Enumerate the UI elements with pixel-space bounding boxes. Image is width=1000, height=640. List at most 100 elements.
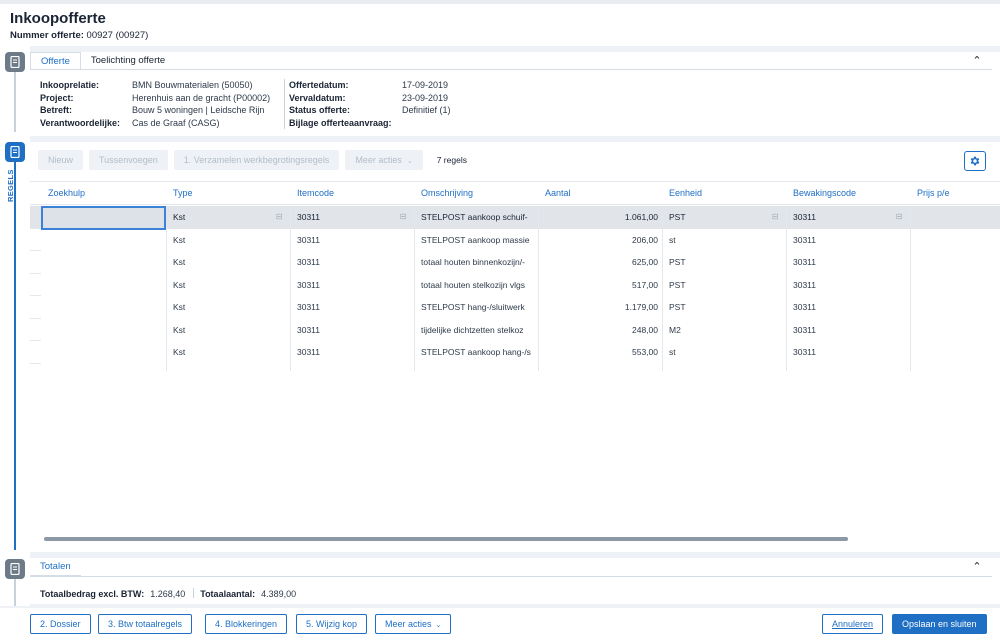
grid-settings-button[interactable] xyxy=(964,151,986,171)
cell-type[interactable]: Kst xyxy=(167,229,290,252)
cell-eenheid[interactable]: PST xyxy=(663,274,786,297)
row-gutter[interactable] xyxy=(30,319,41,341)
row-gutter[interactable] xyxy=(30,274,41,296)
cell-bewakingscode[interactable]: 30311 xyxy=(787,206,910,229)
column-header-zoekhulp[interactable]: Zoekhulp xyxy=(42,182,85,206)
cell-aantal[interactable]: 248,00 xyxy=(539,319,662,342)
lookup-icon[interactable]: ⊟ xyxy=(274,213,284,221)
tab-totalen[interactable]: Totalen xyxy=(30,558,81,576)
collapse-chevron-icon[interactable]: ⌃ xyxy=(970,54,984,68)
totalen-section-icon[interactable] xyxy=(5,559,25,579)
cell-eenheid[interactable]: st xyxy=(663,229,786,252)
table-row[interactable]: Kst ⊟ 30311 ⊟ STELPOST aankoop schuif- 1.061,… xyxy=(30,206,1000,229)
row-gutter[interactable] xyxy=(30,251,41,274)
cell-zoekhulp[interactable] xyxy=(41,251,166,274)
cell-prijs-pe[interactable] xyxy=(911,206,1000,229)
cell-type[interactable]: Kst xyxy=(167,319,290,342)
cell-aantal[interactable]: 553,00 xyxy=(539,341,662,364)
wijzig-kop-button[interactable]: 5. Wijzig kop xyxy=(296,614,368,634)
cell-omschrijving[interactable]: STELPOST aankoop hang-/s xyxy=(415,341,535,364)
collapse-chevron-icon[interactable]: ⌃ xyxy=(970,560,984,574)
column-header-aantal[interactable]: Aantal xyxy=(539,182,571,206)
cell-bewakingscode[interactable]: 30311 xyxy=(787,341,910,364)
cell-omschrijving[interactable]: tijdelijke dichtzetten stelkoz xyxy=(415,319,535,342)
cell-type[interactable]: Kst xyxy=(167,251,290,274)
cell-aantal[interactable]: 1.179,00 xyxy=(539,296,662,319)
annuleren-button[interactable]: Annuleren xyxy=(822,614,884,634)
lookup-icon[interactable]: ⊟ xyxy=(770,213,780,221)
regels-rail-label[interactable]: REGELS xyxy=(6,166,24,206)
cell-eenheid[interactable]: PST xyxy=(663,296,786,319)
lookup-icon[interactable]: ⊟ xyxy=(398,213,408,221)
cell-type[interactable]: Kst xyxy=(167,341,290,364)
cell-itemcode[interactable]: 30311 xyxy=(291,251,414,274)
tussenvoegen-button[interactable]: Tussenvoegen xyxy=(89,150,168,170)
cell-itemcode[interactable]: 30311 xyxy=(291,206,414,229)
cell-type[interactable]: Kst xyxy=(167,274,290,297)
row-gutter[interactable] xyxy=(30,296,41,319)
dossier-button[interactable]: 2. Dossier xyxy=(30,614,91,634)
cell-prijs-pe[interactable] xyxy=(911,251,1000,274)
table-row[interactable]: Kst 30311 tijdelijke dichtzetten stelkoz 24… xyxy=(30,319,1000,342)
cell-omschrijving[interactable]: totaal houten binnenkozijn/- xyxy=(415,251,535,274)
zoekhulp-input-focused[interactable] xyxy=(41,206,166,230)
cell-itemcode[interactable]: 30311 xyxy=(291,341,414,364)
cell-omschrijving[interactable]: STELPOST aankoop massie xyxy=(415,229,535,252)
regels-section-icon[interactable] xyxy=(5,142,25,162)
table-row[interactable]: Kst 30311 STELPOST hang-/sluitwerk 1.179,00… xyxy=(30,296,1000,319)
cell-zoekhulp[interactable] xyxy=(41,296,166,319)
cell-itemcode[interactable]: 30311 xyxy=(291,296,414,319)
cell-zoekhulp[interactable] xyxy=(41,229,166,252)
cell-zoekhulp[interactable] xyxy=(41,274,166,297)
table-row[interactable]: Kst 30311 STELPOST aankoop massie 206,00 st 3… xyxy=(30,229,1000,252)
offerte-section-icon[interactable] xyxy=(5,52,25,72)
cell-bewakingscode[interactable]: 30311 xyxy=(787,296,910,319)
cell-itemcode[interactable]: 30311 xyxy=(291,319,414,342)
cell-omschrijving[interactable]: STELPOST hang-/sluitwerk xyxy=(415,296,535,319)
cell-prijs-pe[interactable] xyxy=(911,319,1000,342)
nieuw-button[interactable]: Nieuw xyxy=(38,150,84,170)
cell-type[interactable]: Kst xyxy=(167,296,290,319)
cell-bewakingscode[interactable]: 30311 xyxy=(787,319,910,342)
cell-omschrijving[interactable]: totaal houten stelkozijn vlgs xyxy=(415,274,535,297)
cell-prijs-pe[interactable] xyxy=(911,274,1000,297)
column-header-prijs-pe[interactable]: Prijs p/e xyxy=(911,182,950,206)
row-gutter[interactable] xyxy=(30,229,41,251)
cell-prijs-pe[interactable] xyxy=(911,341,1000,364)
cell-zoekhulp[interactable] xyxy=(41,319,166,342)
table-row[interactable]: Kst 30311 totaal houten stelkozijn vlgs 517… xyxy=(30,274,1000,297)
table-row[interactable]: Kst 30311 totaal houten binnenkozijn/- 625,… xyxy=(30,251,1000,274)
cell-aantal[interactable]: 625,00 xyxy=(539,251,662,274)
cell-itemcode[interactable]: 30311 xyxy=(291,229,414,252)
cell-eenheid[interactable]: PST xyxy=(663,206,786,229)
column-header-itemcode[interactable]: Itemcode xyxy=(291,182,334,206)
column-header-eenheid[interactable]: Eenheid xyxy=(663,182,702,206)
column-header-omschrijving[interactable]: Omschrijving xyxy=(415,182,473,206)
cell-bewakingscode[interactable]: 30311 xyxy=(787,251,910,274)
row-gutter[interactable] xyxy=(30,341,41,364)
blokkeringen-button[interactable]: 4. Blokkeringen xyxy=(205,614,288,634)
row-gutter[interactable] xyxy=(30,206,41,229)
cell-omschrijving[interactable]: STELPOST aankoop schuif- xyxy=(415,206,535,229)
cell-bewakingscode[interactable]: 30311 xyxy=(787,274,910,297)
cell-itemcode[interactable]: 30311 xyxy=(291,274,414,297)
column-header-bewakingscode[interactable]: Bewakingscode xyxy=(787,182,856,206)
cell-zoekhulp[interactable] xyxy=(41,341,166,364)
cell-prijs-pe[interactable] xyxy=(911,229,1000,252)
cell-type[interactable]: Kst xyxy=(167,206,290,229)
cell-aantal[interactable]: 1.061,00 xyxy=(539,206,662,229)
cell-prijs-pe[interactable] xyxy=(911,296,1000,319)
horizontal-scrollbar[interactable] xyxy=(44,537,848,541)
cell-aantal[interactable]: 517,00 xyxy=(539,274,662,297)
table-row[interactable]: Kst 30311 STELPOST aankoop hang-/s 553,00 st… xyxy=(30,341,1000,364)
cell-eenheid[interactable]: PST xyxy=(663,251,786,274)
verzamelen-werkbegrotingsregels-button[interactable]: 1. Verzamelen werkbegrotingsregels xyxy=(173,150,340,170)
meer-acties-button[interactable]: Meer acties ⌄ xyxy=(345,150,423,170)
column-header-type[interactable]: Type xyxy=(167,182,193,206)
tab-offerte[interactable]: Offerte xyxy=(30,52,81,70)
cell-bewakingscode[interactable]: 30311 xyxy=(787,229,910,252)
opslaan-en-sluiten-button[interactable]: Opslaan en sluiten xyxy=(892,614,987,634)
cell-eenheid[interactable]: M2 xyxy=(663,319,786,342)
tab-toelichting-offerte[interactable]: Toelichting offerte xyxy=(81,52,175,70)
cell-aantal[interactable]: 206,00 xyxy=(539,229,662,252)
